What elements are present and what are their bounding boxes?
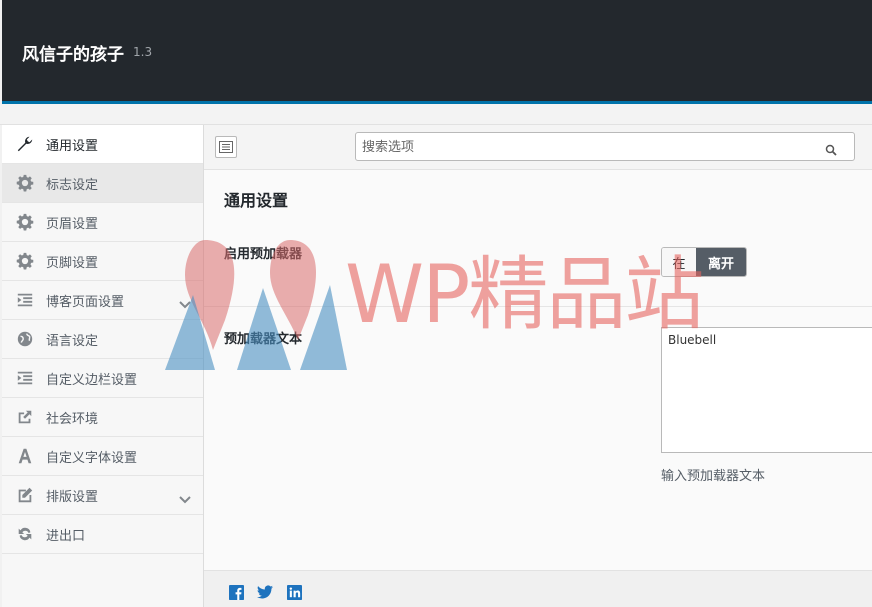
- facebook-icon[interactable]: [228, 584, 244, 600]
- expand-toggle-button[interactable]: [215, 136, 237, 158]
- top-strip: [0, 104, 872, 125]
- search-icon[interactable]: [825, 141, 837, 160]
- sidebar-item-header[interactable]: 页眉设置: [2, 203, 203, 242]
- sidebar-item-label: 语言设定: [46, 333, 99, 349]
- chevron-down-icon[interactable]: [179, 294, 191, 313]
- switch-on-option[interactable]: 在: [662, 248, 696, 276]
- sidebar-item-social[interactable]: 社会环境: [2, 398, 203, 437]
- sidebar-item-label: 排版设置: [46, 489, 99, 505]
- preloader-label: 启用预加载器: [224, 247, 303, 262]
- sidebar-item-label: 通用设置: [46, 138, 99, 154]
- sidebar-item-label: 博客页面设置: [46, 294, 125, 310]
- layout-icon: [219, 141, 233, 153]
- sidebar-item-logo[interactable]: 标志设定: [2, 164, 203, 203]
- chevron-down-icon[interactable]: [179, 489, 191, 508]
- sidebar-item-typography[interactable]: 排版设置: [2, 476, 203, 515]
- preloader-text-label: 预加载器文本: [224, 332, 303, 347]
- refresh-icon: [14, 523, 36, 545]
- sidebar-item-label: 页眉设置: [46, 216, 99, 232]
- options-panel: 通用设置 启用预加载器 在 离开 预加载器文本 Bluebell 输入预加载器文…: [204, 125, 872, 607]
- twitter-icon[interactable]: [257, 584, 273, 600]
- share-icon: [14, 406, 36, 428]
- section-title: 通用设置: [224, 191, 289, 210]
- sidebar-item-label: 自定义字体设置: [46, 450, 138, 466]
- linkedin-icon[interactable]: [286, 584, 302, 600]
- switch-off-option[interactable]: 离开: [696, 248, 746, 276]
- app-version: 1.3: [133, 45, 153, 59]
- app-title: 风信子的孩子: [22, 45, 124, 65]
- options-footer: [204, 570, 872, 607]
- sidebar-item-blog[interactable]: 博客页面设置: [2, 281, 203, 320]
- edit-icon: [14, 484, 36, 506]
- sidebar-item-footer[interactable]: 页脚设置: [2, 242, 203, 281]
- preloader-text-description: 输入预加载器文本: [661, 469, 766, 484]
- indent-icon: [14, 289, 36, 311]
- app-header: 风信子的孩子 1.3: [2, 0, 872, 101]
- options-toolbar: [204, 125, 872, 170]
- sidebar-item-label: 标志设定: [46, 177, 99, 193]
- preloader-field: 启用预加载器 在 离开: [204, 230, 872, 307]
- wrench-icon: [14, 133, 36, 155]
- sidebar-item-language[interactable]: 语言设定: [2, 320, 203, 359]
- sidebar-item-label: 社会环境: [46, 411, 99, 427]
- font-icon: [14, 445, 36, 467]
- preloader-switch[interactable]: 在 离开: [661, 247, 747, 277]
- search-box: [355, 132, 855, 161]
- gear-icon: [14, 211, 36, 233]
- gear-icon: [14, 172, 36, 194]
- preloader-text-input[interactable]: Bluebell: [661, 327, 872, 453]
- globe-icon: [14, 328, 36, 350]
- search-input[interactable]: [362, 137, 817, 157]
- sidebar-item-custom-sidebar[interactable]: 自定义边栏设置: [2, 359, 203, 398]
- indent-icon: [14, 367, 36, 389]
- sidebar: 通用设置 标志设定 页眉设置 页脚设置 博客页面设置 语言设定 自定义边栏设置 …: [2, 125, 204, 607]
- gear-icon: [14, 250, 36, 272]
- sidebar-item-general[interactable]: 通用设置: [2, 125, 203, 164]
- sidebar-item-import-export[interactable]: 进出口: [2, 515, 203, 554]
- sidebar-item-custom-font[interactable]: 自定义字体设置: [2, 437, 203, 476]
- sidebar-item-label: 进出口: [46, 528, 86, 544]
- sidebar-item-label: 自定义边栏设置: [46, 372, 138, 388]
- sidebar-item-label: 页脚设置: [46, 255, 99, 271]
